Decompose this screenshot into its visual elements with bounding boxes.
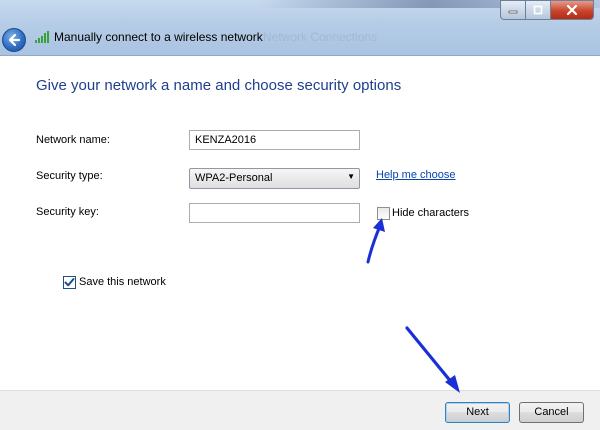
security-key-input[interactable] xyxy=(189,203,360,223)
back-arrow-icon xyxy=(8,33,21,47)
hide-characters-checkbox[interactable] xyxy=(377,207,390,220)
page-heading: Give your network a name and choose secu… xyxy=(36,77,402,94)
save-network-label: Save this network xyxy=(79,276,166,288)
minimize-button[interactable] xyxy=(500,0,526,20)
maximize-button[interactable] xyxy=(526,0,551,20)
wizard-footer: Next Cancel xyxy=(0,390,600,430)
security-type-value: WPA2-Personal xyxy=(195,172,273,184)
minimize-icon xyxy=(508,10,518,14)
window-title: Manually connect to a wireless network xyxy=(54,30,263,44)
security-type-select[interactable]: WPA2-Personal ▼ xyxy=(189,168,360,189)
close-button[interactable] xyxy=(551,0,594,20)
chevron-down-icon: ▼ xyxy=(347,172,355,181)
save-network-checkbox[interactable] xyxy=(63,276,76,289)
close-icon xyxy=(566,4,578,16)
checkmark-icon xyxy=(64,278,75,287)
hide-characters-label: Hide characters xyxy=(392,207,470,219)
title-bar: Manually connect to a wireless network N… xyxy=(0,0,600,56)
cancel-button[interactable]: Cancel xyxy=(519,402,584,423)
background-window-title: Network Connections xyxy=(263,30,378,44)
back-button[interactable] xyxy=(2,28,26,52)
security-type-label: Security type: xyxy=(36,170,103,182)
network-name-input[interactable]: KENZA2016 xyxy=(189,130,360,150)
security-key-label: Security key: xyxy=(36,206,99,218)
next-button[interactable]: Next xyxy=(445,402,510,423)
window-caption-buttons xyxy=(500,0,594,20)
maximize-icon xyxy=(533,5,543,15)
wireless-signal-icon xyxy=(35,31,49,43)
help-me-choose-link[interactable]: Help me choose xyxy=(376,169,456,181)
network-name-label: Network name: xyxy=(36,134,110,146)
wizard-content: Give your network a name and choose secu… xyxy=(0,57,600,390)
